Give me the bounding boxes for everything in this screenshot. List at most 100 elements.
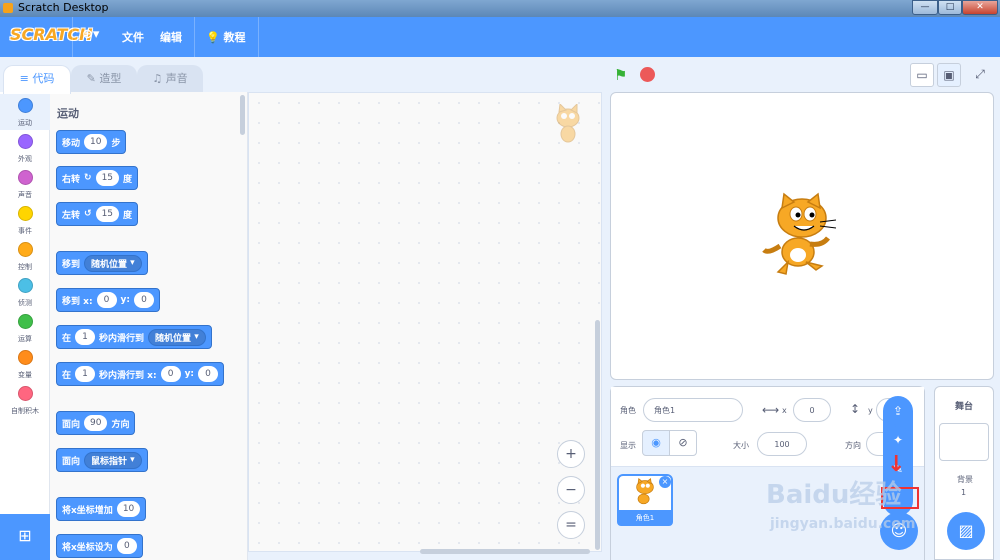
window-titlebar: Scratch Desktop — □ ✕: [0, 0, 1000, 17]
block-go-to-xy[interactable]: 移到 x: 0 y: 0: [56, 288, 161, 312]
large-stage-button[interactable]: ▣: [937, 63, 961, 87]
category-events[interactable]: 事件: [0, 202, 50, 238]
fullscreen-button[interactable]: ⤢: [968, 63, 992, 87]
block-number-input[interactable]: 0: [134, 292, 155, 308]
block-number-input[interactable]: 15: [95, 170, 120, 186]
block-text: 在: [62, 370, 72, 381]
block-number-input[interactable]: 15: [95, 206, 120, 222]
scratch-logo[interactable]: SCRATCH: [10, 25, 92, 44]
stage-title: 舞台: [955, 402, 974, 412]
category-my-blocks[interactable]: 自制积木: [0, 382, 50, 418]
category-sound[interactable]: 声音: [0, 166, 50, 202]
category-operators[interactable]: 运算: [0, 310, 50, 346]
block-number-input[interactable]: 10: [116, 501, 141, 517]
tutorials-menu[interactable]: 💡 教程: [206, 29, 246, 45]
block-number-input[interactable]: 0: [160, 366, 181, 382]
category-motion[interactable]: 运动: [0, 94, 50, 130]
variables-dot-icon: [17, 350, 33, 365]
script-vertical-scrollbar[interactable]: [595, 320, 600, 550]
script-horizontal-scrollbar[interactable]: [420, 549, 590, 554]
tab-costumes[interactable]: ✎ 造型: [71, 65, 137, 93]
scratch-cat-sprite[interactable]: [760, 192, 844, 278]
menu-bar: SCRATCH ⊕▾ 文件 编辑 💡 教程: [0, 17, 1000, 57]
stage-thumbnail[interactable]: [939, 423, 989, 461]
script-area[interactable]: [248, 92, 602, 552]
extension-icon: ⊞: [18, 526, 32, 545]
palette-section-title: 运动: [57, 107, 79, 120]
choose-backdrop-button[interactable]: ▨: [947, 512, 985, 550]
size-input[interactable]: 100: [757, 432, 807, 456]
block-text: 面向: [62, 456, 81, 467]
block-set-x[interactable]: 将x坐标设为 0: [56, 534, 143, 558]
x-input[interactable]: 0: [793, 398, 831, 422]
block-number-input[interactable]: 0: [198, 366, 219, 382]
category-variables[interactable]: 变量: [0, 346, 50, 382]
block-number-input[interactable]: 1: [75, 329, 96, 345]
zoom-out-button[interactable]: −: [557, 476, 585, 504]
show-label: 显示: [620, 441, 636, 450]
block-number-input[interactable]: 10: [84, 134, 108, 150]
minimize-button[interactable]: —: [912, 0, 938, 15]
block-turn-right[interactable]: 右转 ↻ 15 度: [56, 166, 139, 190]
hide-sprite-button[interactable]: ⊘: [669, 430, 697, 456]
x-label: x: [782, 406, 787, 415]
language-menu[interactable]: ⊕▾: [82, 27, 99, 42]
block-go-to[interactable]: 移到 随机位置 ▾: [56, 251, 148, 275]
image-icon: ▨: [958, 521, 974, 540]
surprise-sprite-button[interactable]: ✦: [884, 426, 912, 454]
block-number-input[interactable]: 90: [84, 415, 108, 431]
show-sprite-button[interactable]: ◉: [642, 430, 670, 456]
edit-menu[interactable]: 编辑: [160, 29, 182, 45]
block-glide-to[interactable]: 在 1 秒内滑行到 随机位置 ▾: [56, 325, 212, 349]
block-turn-left[interactable]: 左转 ↺ 15 度: [56, 202, 139, 226]
baidu-watermark: Baidu经验: [766, 480, 902, 510]
block-change-x[interactable]: 将x坐标增加 10: [56, 497, 147, 521]
sprite-thumbnail-cat-icon: [636, 478, 654, 505]
block-point-direction[interactable]: 面向 90 方向: [56, 411, 136, 435]
block-point-towards[interactable]: 面向 鼠标指针 ▾: [56, 448, 148, 472]
zoom-reset-button[interactable]: =: [557, 511, 585, 539]
block-dropdown[interactable]: 随机位置 ▾: [84, 254, 142, 272]
category-control[interactable]: 控制: [0, 238, 50, 274]
category-sensing[interactable]: 侦测: [0, 274, 50, 310]
delete-sprite-icon[interactable]: ×: [659, 476, 671, 488]
category-looks[interactable]: 外观: [0, 130, 50, 166]
rotate-left-icon: ↺: [84, 209, 92, 219]
stop-button[interactable]: [640, 67, 655, 82]
block-glide-to-xy[interactable]: 在 1 秒内滑行到 x: 0 y: 0: [56, 362, 225, 386]
palette-scrollbar[interactable]: [240, 95, 245, 135]
block-number-input[interactable]: 0: [96, 292, 117, 308]
block-text: 左转: [62, 210, 81, 221]
block-text: 移到 x:: [62, 296, 93, 307]
maximize-button[interactable]: □: [938, 0, 962, 15]
block-text: 移到: [62, 259, 81, 270]
sprite-name-value: 角色1: [654, 405, 676, 415]
close-button[interactable]: ✕: [962, 0, 998, 15]
block-text: 度: [123, 210, 133, 221]
tab-sounds[interactable]: ♫ 声音: [137, 65, 203, 93]
add-extension-button[interactable]: ⊞: [0, 514, 50, 560]
block-dropdown[interactable]: 鼠标指针 ▾: [84, 451, 142, 469]
block-move-steps[interactable]: 移动 10 步: [56, 130, 127, 154]
small-stage-button[interactable]: ▭: [910, 63, 934, 87]
category-label: 运算: [18, 335, 32, 343]
tab-code[interactable]: ≡ 代码: [3, 65, 71, 94]
zoom-in-button[interactable]: +: [557, 440, 585, 468]
sprite-watermark-cat-icon: [556, 104, 580, 143]
block-number-input[interactable]: 1: [75, 366, 96, 382]
eye-slash-icon: ⊘: [678, 436, 688, 449]
fullscreen-icon: ⤢: [975, 67, 985, 81]
sprite-name-input[interactable]: 角色1: [643, 398, 743, 422]
green-flag-icon[interactable]: ⚑: [614, 66, 627, 84]
lightbulb-icon: 💡: [206, 31, 220, 44]
chevron-down-icon: ▾: [194, 332, 199, 342]
file-menu[interactable]: 文件: [122, 29, 144, 45]
menu-divider: [194, 17, 195, 57]
sound-dot-icon: [17, 170, 33, 185]
category-label: 声音: [18, 191, 32, 199]
upload-sprite-button[interactable]: ⇪: [884, 397, 912, 425]
block-number-input[interactable]: 0: [116, 538, 137, 554]
chevron-down-icon: ▾: [130, 258, 135, 268]
block-text: 步: [111, 138, 121, 149]
block-dropdown[interactable]: 随机位置 ▾: [148, 328, 206, 346]
